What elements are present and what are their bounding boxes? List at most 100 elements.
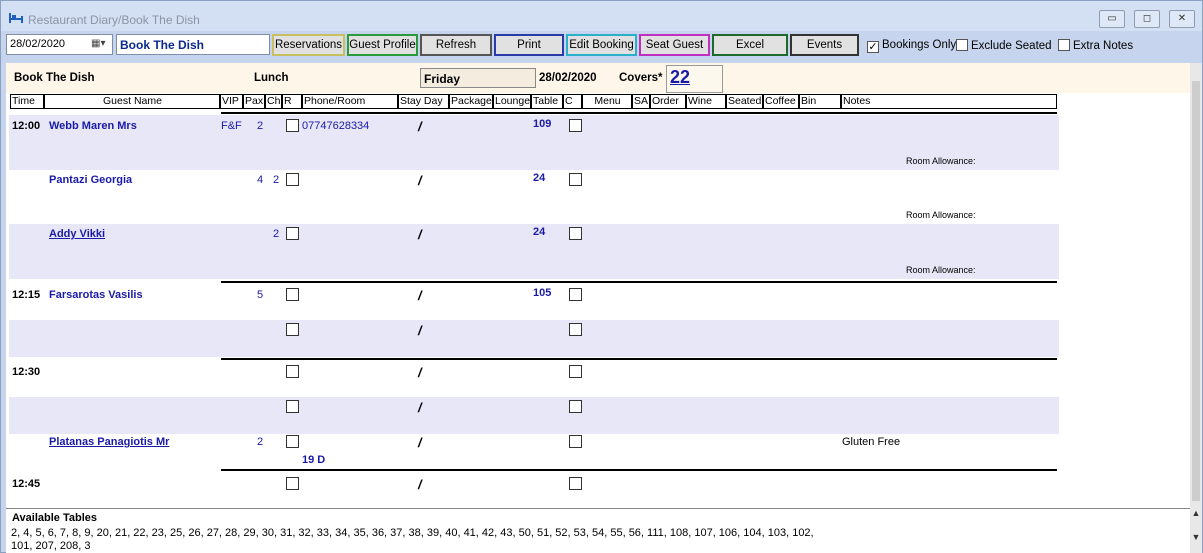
print-button[interactable]: Print [494, 34, 564, 56]
confirmed-checkbox[interactable] [569, 173, 582, 186]
guest-name-link[interactable]: Platanas Panagiotis Mr [49, 436, 169, 448]
col-phone-room[interactable]: Phone/Room [302, 94, 398, 109]
bed-icon [9, 13, 23, 23]
confirmed-checkbox[interactable] [569, 227, 582, 240]
col-table[interactable]: Table [531, 94, 563, 109]
resident-checkbox[interactable] [286, 477, 299, 490]
title-bar: Restaurant Diary/Book The Dish ▭ ◻ ✕ [1, 1, 1202, 31]
extra-notes-checkbox[interactable]: Extra Notes [1058, 39, 1133, 52]
events-button[interactable]: Events [790, 34, 859, 56]
bookings-only-checkbox[interactable]: ✓ Bookings Only [867, 39, 956, 53]
row-stay-day: / [418, 173, 422, 188]
grid-scrollbar[interactable] [1190, 63, 1202, 508]
row-note: Room Allowance: [906, 265, 976, 275]
row-ch: 2 [273, 174, 280, 186]
scroll-down-icon[interactable]: ▼ [1190, 532, 1202, 542]
resident-checkbox[interactable] [286, 365, 299, 378]
row-pax: 4 [257, 174, 264, 186]
minimize-button[interactable]: ▭ [1099, 10, 1125, 28]
diary-grid: Book The Dish Lunch Friday 28/02/2020 Co… [6, 63, 1190, 508]
col-coffee[interactable]: Coffee [763, 94, 799, 109]
available-tables-list: 2, 4, 5, 6, 7, 8, 9, 20, 21, 22, 23, 25,… [11, 527, 814, 552]
resident-checkbox[interactable] [286, 323, 299, 336]
tables-scrollbar[interactable]: ▲ ▼ [1190, 508, 1202, 553]
col-notes[interactable]: Notes [841, 94, 1057, 109]
row-note: Room Allowance: [906, 156, 976, 166]
close-button[interactable]: ✕ [1169, 10, 1195, 28]
refresh-button[interactable]: Refresh [420, 34, 492, 56]
resident-checkbox[interactable] [286, 435, 299, 448]
row-stay-day: / [418, 288, 422, 303]
row-separator [221, 469, 1057, 471]
resident-checkbox[interactable] [286, 400, 299, 413]
confirmed-checkbox[interactable] [569, 323, 582, 336]
resident-checkbox[interactable] [286, 288, 299, 301]
row-phone: 07747628334 [302, 120, 370, 132]
calendar-dropdown-icon[interactable]: ▦▾ [91, 38, 109, 51]
col-bin[interactable]: Bin [799, 94, 841, 109]
guest-profile-button[interactable]: Guest Profile [347, 34, 418, 56]
excel-button[interactable]: Excel [712, 34, 788, 56]
row-note: Room Allowance: [906, 210, 976, 220]
col-sa[interactable]: SA [632, 94, 650, 109]
covers-count-link[interactable]: 22 [666, 65, 723, 93]
resident-checkbox[interactable] [286, 119, 299, 132]
row-stay-day: / [418, 323, 422, 338]
confirmed-checkbox[interactable] [569, 119, 582, 132]
confirmed-checkbox[interactable] [569, 435, 582, 448]
col-c[interactable]: C [563, 94, 582, 109]
confirmed-checkbox[interactable] [569, 477, 582, 490]
resident-checkbox[interactable] [286, 173, 299, 186]
row-pax: 2 [257, 120, 264, 132]
col-time[interactable]: Time [10, 94, 44, 109]
table-row[interactable] [9, 320, 1059, 357]
header-day: Friday [420, 68, 536, 88]
row-pax: 2 [257, 436, 264, 448]
date-picker[interactable]: 28/02/2020 ▦▾ [6, 34, 113, 55]
col-r[interactable]: R [282, 94, 302, 109]
col-package[interactable]: Package [449, 94, 493, 109]
col-ch[interactable]: Ch [265, 94, 282, 109]
outlet-name-field[interactable]: Book The Dish [116, 34, 270, 55]
guest-name-link[interactable]: Addy Vikki [49, 228, 105, 240]
check-icon[interactable]: ✓ [867, 41, 879, 53]
header-session: Lunch [254, 72, 289, 84]
col-order[interactable]: Order [650, 94, 686, 109]
col-seated[interactable]: Seated [726, 94, 763, 109]
row-separator [221, 358, 1057, 360]
confirmed-checkbox[interactable] [569, 400, 582, 413]
available-tables-panel: Available Tables 2, 4, 5, 6, 7, 8, 9, 20… [6, 508, 1190, 553]
reservations-button[interactable]: Reservations [272, 34, 345, 56]
guest-name-link[interactable]: Webb Maren Mrs [49, 120, 137, 132]
col-stay-day[interactable]: Stay Day [398, 94, 449, 109]
covers-label: Covers* [619, 72, 663, 84]
scroll-up-icon[interactable]: ▲ [1190, 508, 1202, 518]
guest-name-link[interactable]: Farsarotas Vasilis [49, 289, 143, 301]
guest-name-link[interactable]: Pantazi Georgia [49, 174, 132, 186]
maximize-button[interactable]: ◻ [1134, 10, 1160, 28]
row-pax: 5 [257, 289, 264, 301]
col-pax[interactable]: Pax [243, 94, 265, 109]
row-time: 12:45 [12, 478, 41, 490]
row-table: 24 [533, 226, 546, 238]
available-tables-title: Available Tables [12, 512, 97, 524]
exclude-seated-checkbox[interactable]: Exclude Seated [956, 39, 1052, 52]
edit-booking-button[interactable]: Edit Booking [566, 34, 637, 56]
row-time: 12:30 [12, 366, 41, 378]
col-guest-name[interactable]: Guest Name [44, 94, 220, 109]
table-row[interactable] [9, 397, 1059, 434]
confirmed-checkbox[interactable] [569, 288, 582, 301]
window-title: Restaurant Diary/Book The Dish [28, 13, 200, 27]
col-vip[interactable]: VIP [220, 94, 243, 109]
col-lounge[interactable]: Lounge [493, 94, 531, 109]
scrollbar-thumb[interactable] [1192, 81, 1200, 501]
row-stay-day: / [418, 400, 422, 415]
resident-checkbox[interactable] [286, 227, 299, 240]
seat-guest-button[interactable]: Seat Guest [639, 34, 710, 56]
row-stay-day: / [418, 119, 422, 134]
col-menu[interactable]: Menu [582, 94, 632, 109]
row-stay-day: / [418, 227, 422, 242]
confirmed-checkbox[interactable] [569, 365, 582, 378]
col-wine[interactable]: Wine [686, 94, 726, 109]
diary-header: Book The Dish Lunch Friday 28/02/2020 Co… [6, 63, 1190, 93]
